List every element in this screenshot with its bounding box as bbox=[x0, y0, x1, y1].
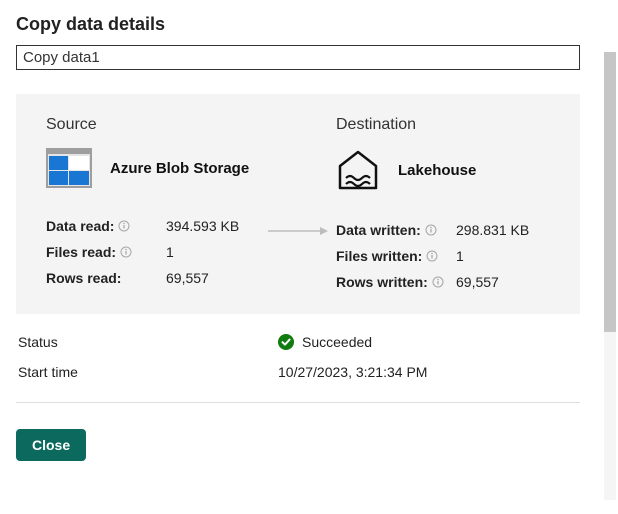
source-label: Azure Blob Storage bbox=[110, 160, 249, 177]
files-read-value: 1 bbox=[166, 244, 260, 260]
status-value: Succeeded bbox=[302, 334, 372, 350]
source-column: Source Azure Blob Storage bbox=[46, 116, 260, 286]
info-icon bbox=[120, 246, 132, 258]
files-written-value: 1 bbox=[456, 248, 550, 264]
divider bbox=[16, 402, 580, 403]
arrow-right-icon bbox=[268, 224, 328, 236]
destination-column: Destination Lakehouse Data written: bbox=[336, 116, 550, 290]
data-written-label: Data written: bbox=[336, 222, 421, 238]
scrollbar-thumb[interactable] bbox=[604, 52, 616, 332]
rows-read-value: 69,557 bbox=[166, 270, 260, 286]
dialog-title: Copy data details bbox=[16, 14, 580, 35]
lakehouse-icon bbox=[336, 148, 380, 192]
rows-read-label: Rows read: bbox=[46, 270, 121, 286]
success-check-icon bbox=[278, 334, 294, 350]
vertical-scrollbar[interactable] bbox=[604, 52, 616, 500]
data-written-value: 298.831 KB bbox=[456, 222, 550, 238]
meta-section: Status Succeeded Start time 10/27/2023, … bbox=[16, 334, 580, 380]
files-written-label: Files written: bbox=[336, 248, 422, 264]
info-icon bbox=[432, 276, 444, 288]
rows-written-value: 69,557 bbox=[456, 274, 550, 290]
activity-name-input[interactable] bbox=[16, 45, 580, 70]
close-button[interactable]: Close bbox=[16, 429, 86, 461]
rows-written-label: Rows written: bbox=[336, 274, 428, 290]
files-read-label: Files read: bbox=[46, 244, 116, 260]
data-read-label: Data read: bbox=[46, 218, 114, 234]
azure-blob-storage-icon bbox=[46, 148, 92, 188]
transfer-card: Source Azure Blob Storage bbox=[16, 94, 580, 314]
destination-label: Lakehouse bbox=[398, 162, 476, 179]
info-icon bbox=[426, 250, 438, 262]
data-read-value: 394.593 KB bbox=[166, 218, 260, 234]
copy-data-details-dialog: Copy data details Source bbox=[0, 0, 600, 514]
start-time-label: Start time bbox=[18, 364, 278, 380]
destination-heading: Destination bbox=[336, 116, 550, 134]
source-heading: Source bbox=[46, 116, 260, 134]
info-icon bbox=[118, 220, 130, 232]
status-label: Status bbox=[18, 334, 278, 350]
start-time-value: 10/27/2023, 3:21:34 PM bbox=[278, 364, 578, 380]
info-icon bbox=[425, 224, 437, 236]
